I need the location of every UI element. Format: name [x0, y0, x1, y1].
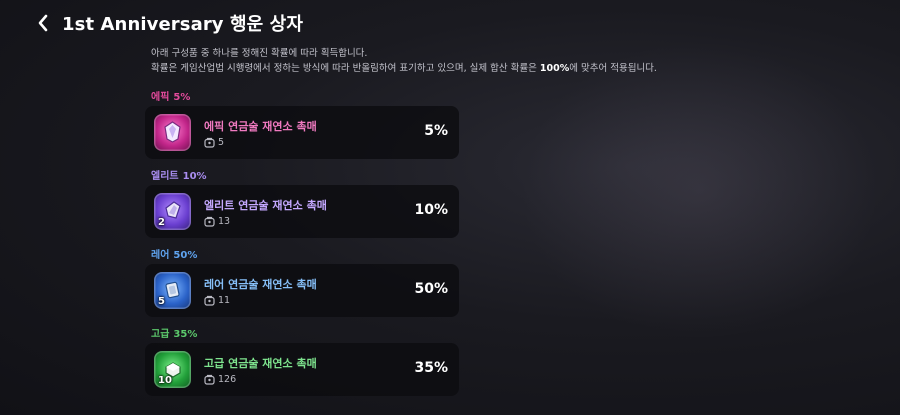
grade-label: 고급 [151, 329, 170, 340]
header: 1st Anniversary 행운 상자 [34, 10, 303, 36]
item-count: 2 [158, 217, 165, 228]
description-line-2: 확률은 게임산업법 시행령에서 정하는 방식에 따라 반올림하여 표기하고 있으… [151, 63, 657, 74]
reward-card-elite[interactable]: 2 엘리트 연금술 재연소 촉매 13 10% [145, 185, 459, 238]
reward-card-rare[interactable]: 5 레어 연금술 재연소 촉매 11 50% [145, 264, 459, 317]
reward-card-epic[interactable]: 에픽 연금술 재연소 촉매 5 5% [145, 106, 459, 159]
item-name: 엘리트 연금술 재연소 촉매 [204, 199, 327, 212]
grade-label: 레어 [151, 250, 170, 261]
owned-value: 126 [218, 374, 237, 385]
item-name: 레어 연금술 재연소 촉매 [204, 278, 317, 291]
owned-value: 13 [218, 216, 231, 227]
item-count: 10 [158, 375, 172, 386]
probability-description: 아래 구성품 중 하나를 정해진 확률에 따라 획득합니다. 확률은 게임산업법… [151, 46, 657, 76]
owned-value: 5 [218, 137, 225, 148]
item-icon-elite: 2 [154, 193, 191, 230]
item-name: 고급 연금술 재연소 촉매 [204, 357, 317, 370]
catalyst-crystal-icon [165, 201, 181, 219]
grade-percent: 35% [173, 329, 198, 340]
owned-value: 11 [218, 295, 231, 306]
grade-percent: 5% [173, 92, 191, 103]
background-glow [520, 40, 880, 340]
page-title: 1st Anniversary 행운 상자 [62, 14, 304, 35]
drop-rate: 5% [424, 123, 448, 139]
drop-rate: 35% [414, 360, 448, 376]
item-icon-rare: 5 [154, 272, 191, 309]
grade-label: 엘리트 [151, 171, 179, 182]
owned-count: 11 [204, 295, 230, 306]
inventory-bag-icon [204, 295, 215, 306]
inventory-bag-icon [204, 216, 215, 227]
grade-percent: 10% [182, 171, 207, 182]
item-name: 에픽 연금술 재연소 촉매 [204, 120, 317, 133]
back-button[interactable] [34, 12, 52, 34]
reward-card-advanced[interactable]: 10 고급 연금술 재연소 촉매 126 35% [145, 343, 459, 396]
item-count: 5 [158, 296, 165, 307]
item-icon-epic [154, 114, 191, 151]
grade-header-rare: 레어 50% [151, 246, 197, 261]
grade-label: 에픽 [151, 92, 170, 103]
inventory-bag-icon [204, 137, 215, 148]
grade-header-advanced: 고급 35% [151, 325, 197, 340]
owned-count: 126 [204, 374, 236, 385]
grade-percent: 50% [173, 250, 198, 261]
item-icon-advanced: 10 [154, 351, 191, 388]
owned-count: 5 [204, 137, 224, 148]
grade-header-elite: 엘리트 10% [151, 167, 207, 182]
catalyst-crystal-icon [164, 121, 181, 143]
drop-rate: 10% [414, 202, 448, 218]
catalyst-crystal-icon [165, 281, 180, 299]
inventory-bag-icon [204, 374, 215, 385]
chevron-left-icon [38, 14, 48, 32]
owned-count: 13 [204, 216, 230, 227]
description-line-1: 아래 구성품 중 하나를 정해진 확률에 따라 획득합니다. [151, 48, 368, 59]
grade-header-epic: 에픽 5% [151, 88, 190, 103]
drop-rate: 50% [414, 281, 448, 297]
